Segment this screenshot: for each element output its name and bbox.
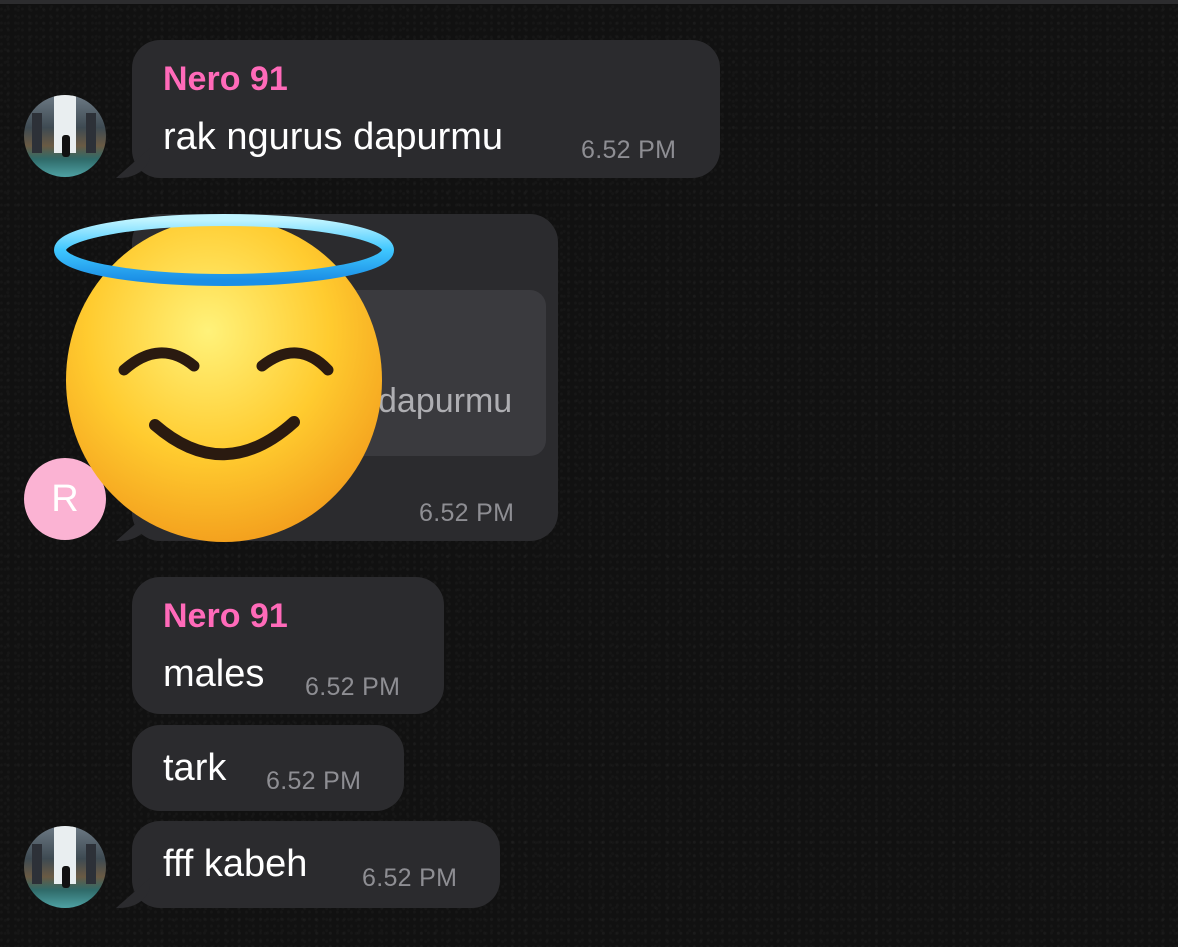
message-time: 6.52 PM bbox=[419, 499, 515, 527]
message-time: 6.52 PM bbox=[305, 673, 401, 701]
sender-avatar[interactable] bbox=[24, 95, 106, 177]
message-text: fff kabeh bbox=[163, 843, 308, 885]
sender-avatar[interactable] bbox=[24, 826, 106, 908]
top-divider bbox=[0, 0, 1178, 4]
message-time: 6.52 PM bbox=[266, 767, 362, 795]
message-bubble[interactable]: Nero 91 rak ngurus dapurmu 6.52 PM bbox=[132, 40, 720, 178]
sender-name[interactable]: Nero 91 bbox=[163, 597, 288, 636]
message-text: rak ngurus dapurmu bbox=[163, 116, 504, 158]
message-bubble[interactable]: tark 6.52 PM bbox=[132, 725, 404, 811]
message-bubble[interactable]: fff kabeh 6.52 PM bbox=[132, 821, 500, 908]
message-bubble[interactable]: Nero 91 males 6.52 PM bbox=[132, 577, 444, 714]
sender-name[interactable]: Nero 91 bbox=[163, 60, 288, 99]
message-text: tark bbox=[163, 747, 227, 789]
message-time: 6.52 PM bbox=[581, 136, 677, 164]
message-time: 6.52 PM bbox=[362, 864, 458, 892]
smiling-face-with-halo-icon bbox=[54, 214, 394, 542]
message-text: males bbox=[163, 653, 265, 695]
reply-preview-text: dapurmu bbox=[378, 382, 513, 420]
